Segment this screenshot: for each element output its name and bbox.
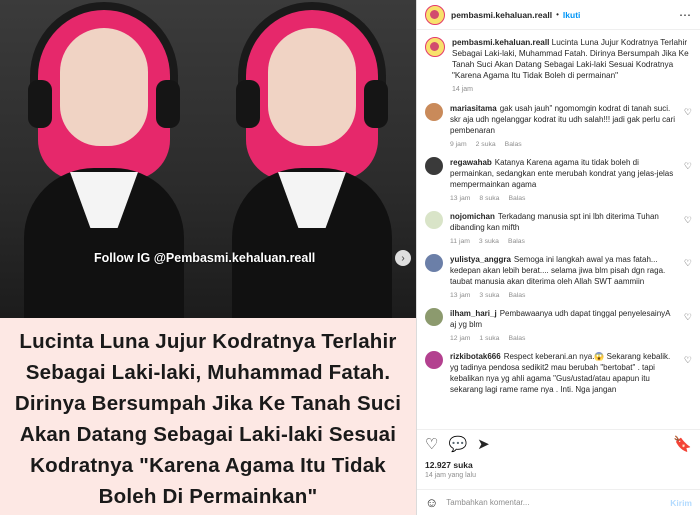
heart-icon[interactable]: ♡	[684, 312, 692, 323]
comment-meta: 13 jam 8 suka Balas	[450, 195, 678, 202]
comment-row: yulistya_anggra Semoga ini langkah awal y…	[425, 254, 692, 299]
comment-time: 13 jam	[450, 195, 471, 202]
comment-avatar[interactable]	[425, 254, 443, 272]
comment-username[interactable]: mariasitama	[450, 104, 497, 113]
comment-avatar[interactable]	[425, 351, 443, 369]
photo-frame-right	[208, 0, 416, 318]
like-icon[interactable]: ♡	[425, 437, 438, 452]
comment-avatar[interactable]	[425, 103, 443, 121]
comment-username[interactable]: yulistya_anggra	[450, 255, 511, 264]
comment-time: 12 jam	[450, 335, 471, 342]
comment-meta: 9 jam 2 suka Balas	[450, 141, 678, 148]
emoji-icon[interactable]: ☺	[425, 495, 438, 510]
next-slide-button[interactable]: ›	[395, 250, 411, 266]
likes-count[interactable]: 12.927 suka	[425, 460, 473, 470]
post-media[interactable]: Follow IG @Pembasmi.kehaluan.reall › Luc…	[0, 0, 416, 515]
comments-panel: pembasmi.kehaluan.reall • Ikuti ⋯ pembas…	[416, 0, 700, 515]
header-separator: •	[556, 10, 559, 19]
heart-icon[interactable]: ♡	[684, 161, 692, 172]
comment-row: ilham_hari_j Pembawaanya udh dapat tingga…	[425, 308, 692, 342]
comment-meta: 13 jam 3 suka Balas	[450, 292, 678, 299]
comment-meta: 11 jam 3 suka Balas	[450, 238, 678, 245]
comment-username[interactable]: regawahab	[450, 158, 492, 167]
comment-row: mariasitama gak usah jauh" ngomomgin kodr…	[425, 103, 692, 148]
comment-username[interactable]: nojomichan	[450, 212, 495, 221]
comment-meta: 12 jam 1 suka Balas	[450, 335, 678, 342]
comment-likes[interactable]: 3 suka	[479, 292, 499, 299]
comments-list[interactable]: pembasmi.kehaluan.reall Lucinta Luna Juj…	[417, 31, 700, 429]
heart-icon[interactable]: ♡	[684, 258, 692, 269]
avatar[interactable]	[425, 4, 445, 25]
comment-row: regawahab Katanya Karena agama itu tidak …	[425, 157, 692, 202]
watermark-text: Follow IG @Pembasmi.kehaluan.reall	[94, 251, 316, 265]
comment-time: 13 jam	[450, 292, 471, 299]
caption: pembasmi.kehaluan.reall Lucinta Luna Juj…	[425, 37, 692, 93]
photo-frame-left	[0, 0, 208, 318]
post-modal: Follow IG @Pembasmi.kehaluan.reall › Luc…	[0, 0, 700, 515]
comment-time: 11 jam	[450, 238, 470, 245]
comment-likes[interactable]: 8 suka	[479, 195, 499, 202]
reply-button[interactable]: Balas	[508, 292, 525, 299]
action-bar: ♡ 💬 ➤ 🔖	[417, 429, 700, 459]
comment-avatar[interactable]	[425, 157, 443, 175]
comment-avatar[interactable]	[425, 211, 443, 229]
heart-icon[interactable]: ♡	[684, 215, 692, 226]
comment-input[interactable]	[446, 498, 663, 507]
comment-row: rizkibotak666 Respect keberani.an nya.😱 S…	[425, 351, 692, 395]
reply-button[interactable]: Balas	[508, 238, 525, 245]
share-icon[interactable]: ➤	[477, 437, 490, 452]
follow-button[interactable]: Ikuti	[563, 10, 580, 20]
caption-username[interactable]: pembasmi.kehaluan.reall	[452, 38, 549, 47]
heart-icon[interactable]: ♡	[684, 355, 692, 366]
comment-row: nojomichan Terkadang manusia spt ini lbh …	[425, 211, 692, 245]
post-time: 14 jam yang lalu	[425, 472, 476, 479]
reply-button[interactable]: Balas	[508, 195, 525, 202]
comment-avatar[interactable]	[425, 308, 443, 326]
comment-likes[interactable]: 2 suka	[476, 141, 496, 148]
more-options-icon[interactable]: ⋯	[679, 8, 692, 22]
comment-icon[interactable]: 💬	[448, 437, 467, 452]
chevron-right-icon: ›	[401, 252, 405, 264]
post-comment-button[interactable]: Kirim	[670, 498, 692, 508]
header-username[interactable]: pembasmi.kehaluan.reall	[451, 10, 552, 20]
comment-username[interactable]: rizkibotak666	[450, 352, 501, 361]
comment-likes[interactable]: 1 suka	[479, 335, 499, 342]
media-headline: Lucinta Luna Jujur Kodratnya Terlahir Se…	[14, 330, 402, 508]
reply-button[interactable]: Balas	[505, 141, 522, 148]
comment-username[interactable]: ilham_hari_j	[450, 309, 497, 318]
caption-avatar[interactable]	[425, 37, 445, 57]
comment-likes[interactable]: 3 suka	[479, 238, 499, 245]
caption-time: 14 jam	[452, 86, 474, 93]
post-header: pembasmi.kehaluan.reall • Ikuti ⋯	[417, 0, 700, 30]
reply-button[interactable]: Balas	[508, 335, 525, 342]
comment-time: 9 jam	[450, 141, 467, 148]
add-comment-bar: ☺ Kirim	[417, 489, 700, 515]
bookmark-icon[interactable]: 🔖	[673, 437, 692, 452]
heart-icon[interactable]: ♡	[684, 107, 692, 118]
